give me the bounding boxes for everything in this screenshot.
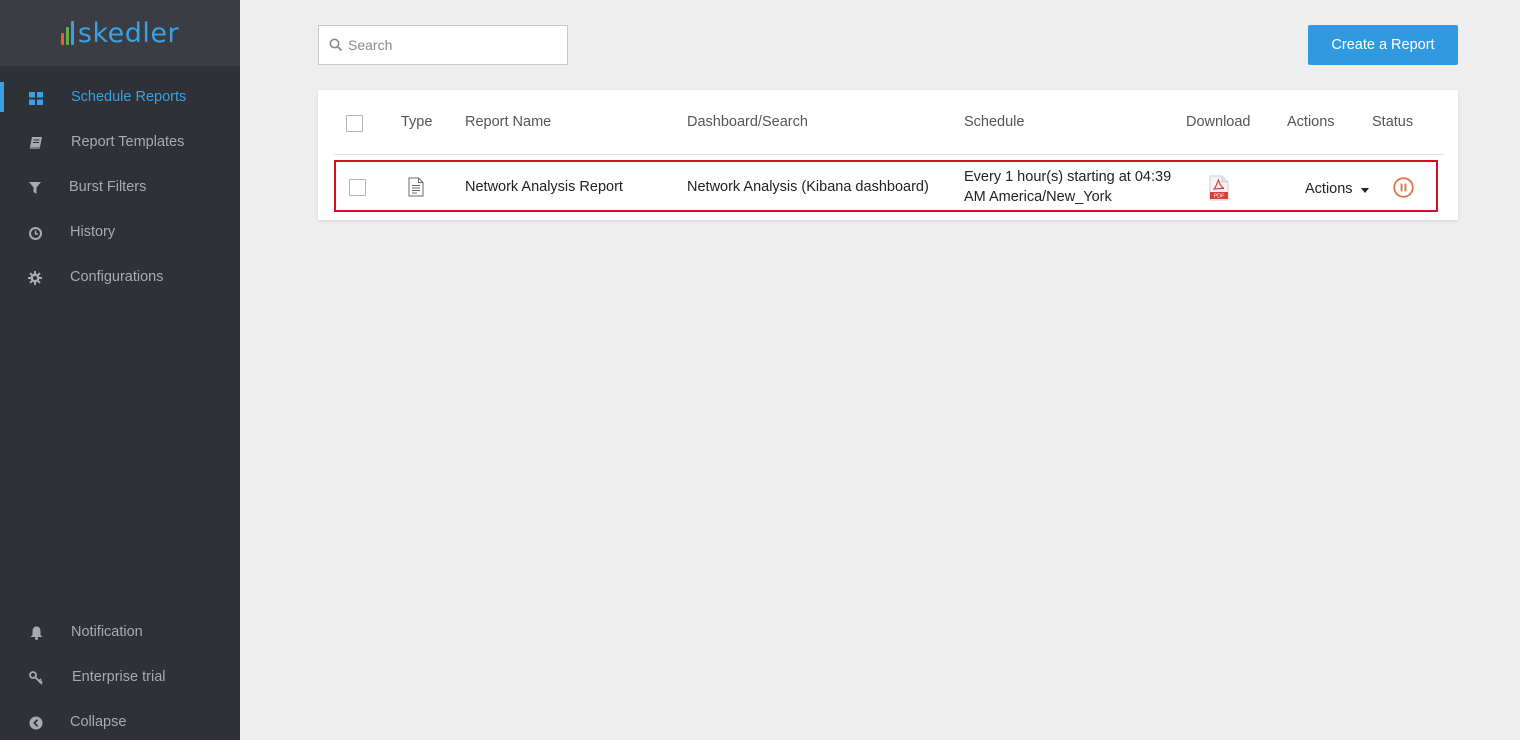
sidebar-item-notification[interactable]: Notification [0, 613, 240, 653]
column-header-actions: Actions [1287, 114, 1335, 130]
table-row: Network Analysis Report Network Analysis… [334, 160, 1438, 212]
sidebar-item-collapse[interactable]: Collapse [0, 703, 240, 740]
filter-icon [27, 180, 43, 196]
book-icon [28, 135, 44, 151]
sidebar-item-label: Configurations [70, 269, 164, 285]
search-box[interactable] [318, 25, 568, 65]
logo-text: skedler [77, 18, 180, 49]
key-icon [28, 670, 44, 686]
column-header-type: Type [401, 114, 433, 130]
bell-icon [28, 625, 44, 641]
document-icon [408, 177, 424, 201]
logo-bars-icon [60, 21, 74, 45]
column-header-download: Download [1186, 114, 1251, 130]
schedule-text-line2: AM America/New_York [964, 189, 1112, 205]
sidebar-item-burst-filters[interactable]: Burst Filters [0, 168, 240, 208]
report-name[interactable]: Network Analysis Report [465, 179, 623, 195]
sidebar-item-label: Schedule Reports [71, 89, 187, 105]
sidebar-item-schedule-reports[interactable]: Schedule Reports [0, 78, 240, 118]
column-header-status: Status [1372, 114, 1414, 130]
grid-icon [28, 90, 44, 106]
sidebar-item-history[interactable]: History [0, 213, 240, 253]
sidebar-item-report-templates[interactable]: Report Templates [0, 123, 240, 163]
clock-icon [27, 225, 43, 241]
sidebar-item-label: History [70, 224, 116, 240]
actions-dropdown-label: Actions [1305, 181, 1353, 197]
header-divider [334, 154, 1444, 155]
gear-icon [27, 270, 43, 286]
sidebar-item-label: Notification [71, 624, 143, 640]
sidebar-item-label: Burst Filters [69, 179, 147, 195]
row-checkbox[interactable] [349, 179, 366, 196]
create-report-button[interactable]: Create a Report [1308, 25, 1458, 65]
column-header-report-name[interactable]: Report Name [465, 114, 551, 130]
actions-dropdown[interactable]: Actions [1305, 181, 1369, 197]
logo-area: skedler [0, 0, 240, 66]
column-header-dashboard[interactable]: Dashboard/Search [687, 114, 808, 130]
sidebar-item-label: Report Templates [71, 134, 185, 150]
sidebar-item-enterprise-trial[interactable]: Enterprise trial [0, 658, 240, 698]
caret-down-icon [1360, 187, 1369, 193]
sidebar-item-label: Enterprise trial [72, 669, 166, 685]
select-all-checkbox[interactable] [346, 115, 363, 132]
search-icon [329, 38, 343, 52]
search-input[interactable] [348, 26, 563, 64]
sidebar: skedler Schedule Reports Report Template… [0, 0, 240, 740]
pdf-icon[interactable]: PDF [1208, 175, 1230, 205]
chevron-left-circle-icon [28, 715, 44, 731]
reports-table: Type Report Name Dashboard/Search Schedu… [318, 90, 1458, 220]
sidebar-item-label: Collapse [70, 714, 127, 730]
dashboard-name: Network Analysis (Kibana dashboard) [687, 179, 929, 195]
schedule-text-line1: Every 1 hour(s) starting at 04:39 [964, 169, 1172, 185]
column-header-schedule: Schedule [964, 114, 1025, 130]
logo[interactable]: skedler [60, 18, 180, 49]
sidebar-item-configurations[interactable]: Configurations [0, 258, 240, 298]
pdf-badge-text: PDF [1214, 194, 1226, 200]
pause-circle-icon[interactable] [1393, 177, 1414, 202]
